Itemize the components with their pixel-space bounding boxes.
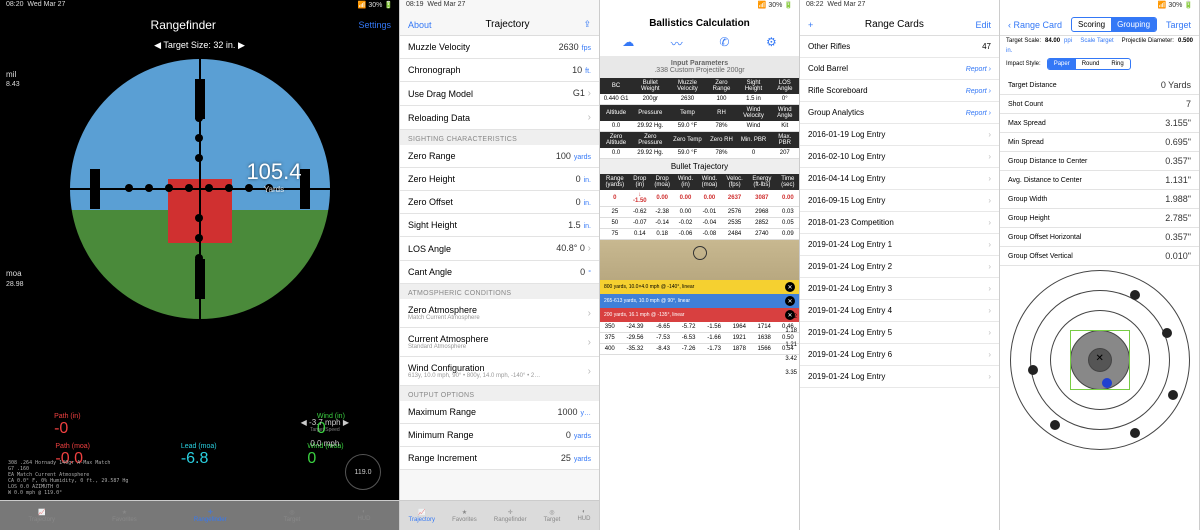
input-params-header: Input Parameters.338 Custom Projectile 2… bbox=[600, 56, 799, 78]
range-card-row[interactable]: Rifle ScoreboardReport › bbox=[800, 80, 999, 102]
settings-button[interactable]: Settings bbox=[358, 20, 391, 30]
scope-view[interactable]: 105.4Yards bbox=[70, 59, 330, 319]
list-row[interactable]: Zero AtmosphereMatch Current Atmosphere … bbox=[400, 299, 599, 328]
list-row[interactable]: Chronograph10ft. bbox=[400, 59, 599, 82]
list-row[interactable]: Use Drag ModelG1 › bbox=[400, 82, 599, 106]
list-row[interactable]: Muzzle Velocity2630fps bbox=[400, 36, 599, 59]
tab-rangefinder[interactable]: ✛Rangefinder bbox=[194, 509, 227, 523]
range-card-row[interactable]: 2016-09-15 Log Entry› bbox=[800, 190, 999, 212]
back-button[interactable]: ‹ Range Card bbox=[1008, 20, 1062, 30]
pane-target-card: 📶 30% 🔋 ‹ Range Card ScoringGrouping Tar… bbox=[1000, 0, 1200, 530]
wind-band[interactable]: 800 yards, 10.0×4.0 mph @ -140°, linear✕ bbox=[600, 280, 799, 294]
icon-row: ☁︎ 〰 ✆ ⚙︎ bbox=[600, 31, 799, 56]
stat-row: Group Offset Vertical0.010" bbox=[1000, 247, 1199, 266]
range-card-row[interactable]: 2018-01-23 Competition› bbox=[800, 212, 999, 234]
stat-row: Group Offset Horizontal0.357" bbox=[1000, 228, 1199, 247]
tab-target[interactable]: ◎Target bbox=[284, 509, 301, 523]
tab-hud[interactable]: ◐HUD bbox=[357, 509, 370, 522]
stat-row: Group Width1.988" bbox=[1000, 190, 1199, 209]
cloud-icon[interactable]: ☁︎ bbox=[622, 35, 634, 52]
stat-row: Shot Count7 bbox=[1000, 95, 1199, 114]
wind-icon[interactable]: 〰 bbox=[671, 35, 683, 52]
list-row[interactable]: Sight Height1.5in. bbox=[400, 214, 599, 237]
range-card-row[interactable]: 2016-02-10 Log Entry› bbox=[800, 146, 999, 168]
list-row[interactable]: Zero Offset0in. bbox=[400, 191, 599, 214]
list-row[interactable]: Maximum Range1000y… bbox=[400, 401, 599, 424]
range-card-row[interactable]: 2016-04-14 Log Entry› bbox=[800, 168, 999, 190]
range-card-row[interactable]: Group AnalyticsReport › bbox=[800, 102, 999, 124]
pane-range-cards: 08:22 Wed Mar 27 + Range Cards Edit Othe… bbox=[800, 0, 1000, 530]
impact-segment[interactable]: PaperRoundRing bbox=[1047, 58, 1131, 70]
range-card-row[interactable]: Cold BarrelReport › bbox=[800, 58, 999, 80]
target-face[interactable]: ✕ bbox=[1010, 270, 1190, 450]
speed-readout: ◀ -3.7 mph ▶ Target Speed 0.0 mph bbox=[301, 418, 349, 448]
close-icon[interactable]: ✕ bbox=[785, 282, 795, 292]
atmo-summary: 308 .264 Hornady 140gr A-Max Match G7 .1… bbox=[8, 460, 128, 496]
stat-row: Max Spread3.155" bbox=[1000, 114, 1199, 133]
pane-rangefinder: 08:20 Wed Mar 27 📶 30% 🔋 Rangefinder Set… bbox=[0, 0, 400, 530]
list-row[interactable]: LOS Angle40.8° 0 › bbox=[400, 237, 599, 261]
phone-icon[interactable]: ✆ bbox=[719, 35, 729, 52]
page-title: Rangefinder bbox=[151, 18, 216, 32]
wind-band[interactable]: 265-613 yards, 10.0 mph @ 90°, linear✕ bbox=[600, 294, 799, 308]
range-card-row[interactable]: 2019-01-24 Log Entry 6› bbox=[800, 344, 999, 366]
wind-band[interactable]: 200 yards, 16.1 mph @ -135°, linear✕ bbox=[600, 308, 799, 322]
page-title: Range Cards bbox=[865, 19, 924, 30]
status-bar: 08:19 Wed Mar 27 bbox=[400, 0, 599, 14]
terrain-view[interactable] bbox=[600, 240, 799, 280]
status-bar: 📶 30% 🔋 bbox=[1000, 0, 1199, 14]
target-size-label: ◀ Target Size: 32 in. ▶ bbox=[0, 40, 399, 51]
range-card-row[interactable]: 2019-01-24 Log Entry 2› bbox=[800, 256, 999, 278]
page-title: Ballistics Calculation bbox=[600, 14, 799, 31]
wind-dial[interactable]: 119.0 bbox=[345, 454, 381, 490]
list-row[interactable]: Current AtmosphereStandard Atmosphere › bbox=[400, 328, 599, 357]
range-card-row[interactable]: Other Rifles47 bbox=[800, 36, 999, 58]
mil-readout: mil8.43 moa28.98 bbox=[6, 70, 24, 289]
page-title: Trajectory bbox=[485, 19, 529, 30]
tab-favorites[interactable]: ★Favorites bbox=[112, 509, 137, 523]
status-bar: 08:20 Wed Mar 27 📶 30% 🔋 bbox=[0, 0, 399, 14]
list-row[interactable]: Wind Configuration613y, 10.0 mph, 90° • … bbox=[400, 357, 599, 386]
edit-button[interactable]: Edit bbox=[975, 20, 991, 30]
stat-row: Avg. Distance to Center1.131" bbox=[1000, 171, 1199, 190]
list-row[interactable]: Range Increment25yards bbox=[400, 447, 599, 470]
list-row[interactable]: Minimum Range0yards bbox=[400, 424, 599, 447]
list-row[interactable]: Zero Range100yards bbox=[400, 145, 599, 168]
status-bar: 08:22 Wed Mar 27 bbox=[800, 0, 999, 14]
pane-ballistics: 📶 30% 🔋 Ballistics Calculation ☁︎ 〰 ✆ ⚙︎… bbox=[600, 0, 800, 530]
share-icon[interactable]: ⇪ bbox=[583, 19, 591, 30]
distance-readout: 105.4Yards bbox=[246, 159, 301, 194]
pane-trajectory: 08:19 Wed Mar 27 About Trajectory ⇪ Muzz… bbox=[400, 0, 600, 530]
range-card-row[interactable]: 2019-01-24 Log Entry 5› bbox=[800, 322, 999, 344]
list-row[interactable]: Reloading Data › bbox=[400, 106, 599, 130]
status-bar: 📶 30% 🔋 bbox=[600, 0, 799, 14]
close-icon[interactable]: ✕ bbox=[785, 296, 795, 306]
stat-row: Group Height2.785" bbox=[1000, 209, 1199, 228]
add-button[interactable]: + bbox=[808, 20, 813, 30]
range-card-row[interactable]: 2019-01-24 Log Entry› bbox=[800, 366, 999, 388]
tab-trajectory[interactable]: 📈Trajectory bbox=[29, 509, 55, 523]
tab-trajectory[interactable]: 📈Trajectory bbox=[409, 509, 435, 523]
list-row[interactable]: Cant Angle0° bbox=[400, 261, 599, 284]
tab-bar: 📈Trajectory ★Favorites ✛Rangefinder ◎Tar… bbox=[0, 500, 399, 530]
range-card-row[interactable]: 2019-01-24 Log Entry 1› bbox=[800, 234, 999, 256]
range-card-row[interactable]: 2016-01-19 Log Entry› bbox=[800, 124, 999, 146]
stat-row: Min Spread0.695" bbox=[1000, 133, 1199, 152]
range-card-row[interactable]: 2019-01-24 Log Entry 4› bbox=[800, 300, 999, 322]
about-button[interactable]: About bbox=[408, 20, 432, 30]
scale-target-button[interactable]: Scale Target bbox=[1080, 38, 1113, 44]
list-row[interactable]: Zero Height0in. bbox=[400, 168, 599, 191]
range-card-row[interactable]: 2019-01-24 Log Entry 3› bbox=[800, 278, 999, 300]
stat-row: Target Distance0 Yards bbox=[1000, 76, 1199, 95]
mode-segment[interactable]: ScoringGrouping bbox=[1071, 17, 1157, 32]
target-button[interactable]: Target bbox=[1166, 20, 1191, 30]
stat-row: Group Distance to Center0.357" bbox=[1000, 152, 1199, 171]
misc-icon[interactable]: ⚙︎ bbox=[766, 35, 777, 52]
